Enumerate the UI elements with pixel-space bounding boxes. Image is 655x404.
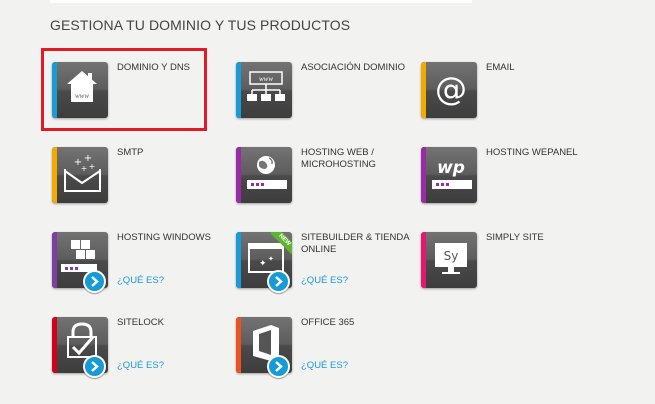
svg-text:✦: ✦ [268, 255, 274, 263]
svg-text:@: @ [435, 70, 467, 108]
svg-text:wp: wp [437, 158, 465, 178]
top-divider [50, 0, 472, 3]
at-sign-icon: @ [426, 62, 477, 118]
product-label[interactable]: ASOCIACIÓN DOMINIO [301, 62, 411, 74]
product-label[interactable]: SITELOCK [117, 317, 227, 329]
product-label[interactable]: HOSTING WEB / MICROHOSTING [301, 147, 411, 171]
envelope-sparkle-icon: + + + + [57, 147, 108, 203]
svg-text:Sy: Sy [444, 249, 459, 263]
product-sitebuilder[interactable]: ✦ ✦ NEW SITEBUILDER & TIENDA ONLINE ¿QUÉ… [236, 232, 414, 304]
hosting-globe-icon [241, 147, 292, 203]
product-label[interactable]: SIMPLY SITE [486, 232, 596, 244]
product-asociacion-dominio[interactable]: www ASOCIACIÓN DOMINIO [236, 62, 414, 134]
page-title: GESTIONA TU DOMINIO Y TUS PRODUCTOS [50, 17, 351, 33]
product-label[interactable]: OFFICE 365 [301, 317, 411, 329]
svg-text:www: www [259, 75, 273, 83]
product-office-365[interactable]: OFFICE 365 ¿QUÉ ES? [236, 317, 414, 389]
product-tile[interactable]: @ [421, 62, 477, 118]
chevron-right-icon[interactable] [83, 270, 106, 293]
product-label[interactable]: HOSTING WINDOWS [117, 232, 227, 244]
chevron-right-icon[interactable] [83, 355, 106, 378]
que-es-link[interactable]: ¿QUÉ ES? [301, 360, 348, 371]
svg-text:+: + [81, 164, 88, 173]
product-smtp[interactable]: + + + + SMTP [52, 147, 230, 219]
product-hosting-wepanel[interactable]: wp HOSTING WEPANEL [421, 147, 599, 219]
que-es-link[interactable]: ¿QUÉ ES? [301, 275, 348, 286]
product-hosting-web[interactable]: HOSTING WEB / MICROHOSTING [236, 147, 414, 219]
chevron-right-icon[interactable] [267, 355, 290, 378]
svg-text:✦: ✦ [259, 259, 267, 269]
product-tile[interactable]: www [236, 62, 292, 118]
selection-highlight [41, 48, 207, 131]
product-email[interactable]: @ EMAIL [421, 62, 599, 134]
product-hosting-windows[interactable]: HOSTING WINDOWS ¿QUÉ ES? [52, 232, 230, 304]
product-simply-site[interactable]: Sy SIMPLY SITE [421, 232, 599, 304]
que-es-link[interactable]: ¿QUÉ ES? [117, 360, 164, 371]
svg-text:+: + [89, 162, 96, 171]
product-tile[interactable]: Sy [421, 232, 477, 288]
product-label[interactable]: EMAIL [486, 62, 596, 74]
www-hierarchy-icon: www [241, 62, 292, 118]
product-label[interactable]: SMTP [117, 147, 227, 159]
product-tile[interactable] [236, 147, 292, 203]
chevron-right-icon[interactable] [267, 270, 290, 293]
product-sitelock[interactable]: SITELOCK ¿QUÉ ES? [52, 317, 230, 389]
que-es-link[interactable]: ¿QUÉ ES? [117, 275, 164, 286]
simply-site-icon: Sy [426, 232, 477, 288]
product-tile[interactable]: wp [421, 147, 477, 203]
product-label[interactable]: SITEBUILDER & TIENDA ONLINE [301, 232, 411, 256]
product-tile[interactable]: + + + + [52, 147, 108, 203]
product-label[interactable]: HOSTING WEPANEL [486, 147, 596, 159]
wepanel-icon: wp [426, 147, 477, 203]
